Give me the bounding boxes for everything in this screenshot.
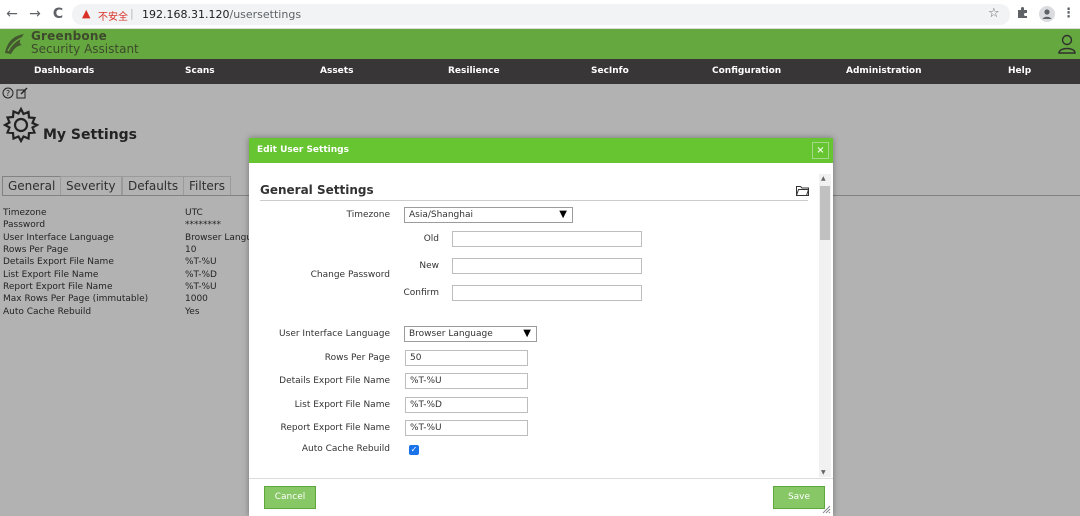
timezone-value: Asia/Shanghai: [409, 210, 473, 220]
forward-icon[interactable]: →: [27, 6, 43, 22]
dropdown-arrow-icon: ▼: [523, 328, 531, 339]
bookmark-star-icon[interactable]: ☆: [988, 6, 1000, 22]
timezone-select[interactable]: Asia/Shanghai ▼: [404, 207, 573, 223]
back-icon[interactable]: ←: [4, 6, 20, 22]
folder-icon[interactable]: [796, 185, 809, 196]
resize-grip-icon[interactable]: [821, 504, 831, 514]
ui-language-select[interactable]: Browser Language ▼: [404, 326, 537, 342]
old-password-input[interactable]: [452, 231, 642, 247]
new-password-input[interactable]: [452, 258, 642, 274]
new-password-label: New: [419, 261, 439, 271]
dialog-title-bar[interactable]: Edit User Settings ×: [249, 138, 833, 163]
auto-cache-rebuild-label: Auto Cache Rebuild: [301, 444, 390, 454]
reload-icon[interactable]: C: [50, 6, 66, 22]
save-button[interactable]: Save: [773, 486, 825, 509]
list-export-label: List Export File Name: [294, 400, 390, 410]
dialog-title: Edit User Settings: [257, 145, 349, 155]
insecure-label[interactable]: 不安全: [98, 8, 128, 23]
details-export-input[interactable]: %T-%U: [405, 373, 528, 389]
url-host: 192.168.31.120: [142, 8, 230, 21]
warning-icon[interactable]: ▲: [82, 7, 90, 21]
ui-language-label: User Interface Language: [279, 329, 390, 339]
scrollbar-thumb[interactable]: [820, 186, 830, 240]
url-separator: |: [130, 7, 134, 20]
profile-avatar-icon[interactable]: [1039, 6, 1055, 27]
confirm-password-input[interactable]: [452, 285, 642, 301]
ui-language-value: Browser Language: [409, 329, 493, 339]
dialog-footer: Cancel Save: [249, 478, 833, 516]
report-export-label: Report Export File Name: [280, 423, 391, 433]
rows-per-page-label: Rows Per Page: [324, 353, 390, 363]
header-overlay: [0, 29, 1080, 84]
browser-toolbar: ← → C ▲ 不安全 | 192.168.31.120/usersetting…: [0, 0, 1080, 29]
cancel-button[interactable]: Cancel: [264, 486, 316, 509]
address-bar[interactable]: ▲ 不安全 | 192.168.31.120/usersettings: [72, 4, 1010, 25]
browser-menu-icon[interactable]: ⋮: [1062, 6, 1075, 22]
dialog-body: General Settings Timezone Asia/Shanghai …: [249, 163, 833, 478]
extensions-icon[interactable]: [1016, 6, 1029, 24]
details-export-label: Details Export File Name: [279, 376, 390, 386]
change-password-label: Change Password: [310, 270, 390, 280]
old-password-label: Old: [423, 234, 439, 244]
section-divider: [260, 200, 808, 201]
confirm-password-label: Confirm: [403, 288, 439, 298]
section-title: General Settings: [260, 183, 374, 197]
rows-per-page-input[interactable]: 50: [405, 350, 528, 366]
url-path: /usersettings: [229, 8, 302, 21]
edit-user-settings-dialog: Edit User Settings × General Settings Ti…: [249, 138, 833, 516]
dropdown-arrow-icon: ▼: [559, 209, 567, 220]
list-export-input[interactable]: %T-%D: [405, 397, 528, 413]
close-button[interactable]: ×: [812, 142, 829, 159]
scroll-down-icon[interactable]: ▼: [821, 469, 826, 476]
report-export-input[interactable]: %T-%U: [405, 420, 528, 436]
dialog-scrollbar[interactable]: ▲ ▼: [819, 174, 831, 477]
url-text[interactable]: 192.168.31.120/usersettings: [142, 8, 301, 21]
scroll-up-icon[interactable]: ▲: [821, 175, 826, 182]
auto-cache-rebuild-checkbox[interactable]: ✓: [409, 445, 419, 455]
timezone-label: Timezone: [346, 210, 391, 220]
